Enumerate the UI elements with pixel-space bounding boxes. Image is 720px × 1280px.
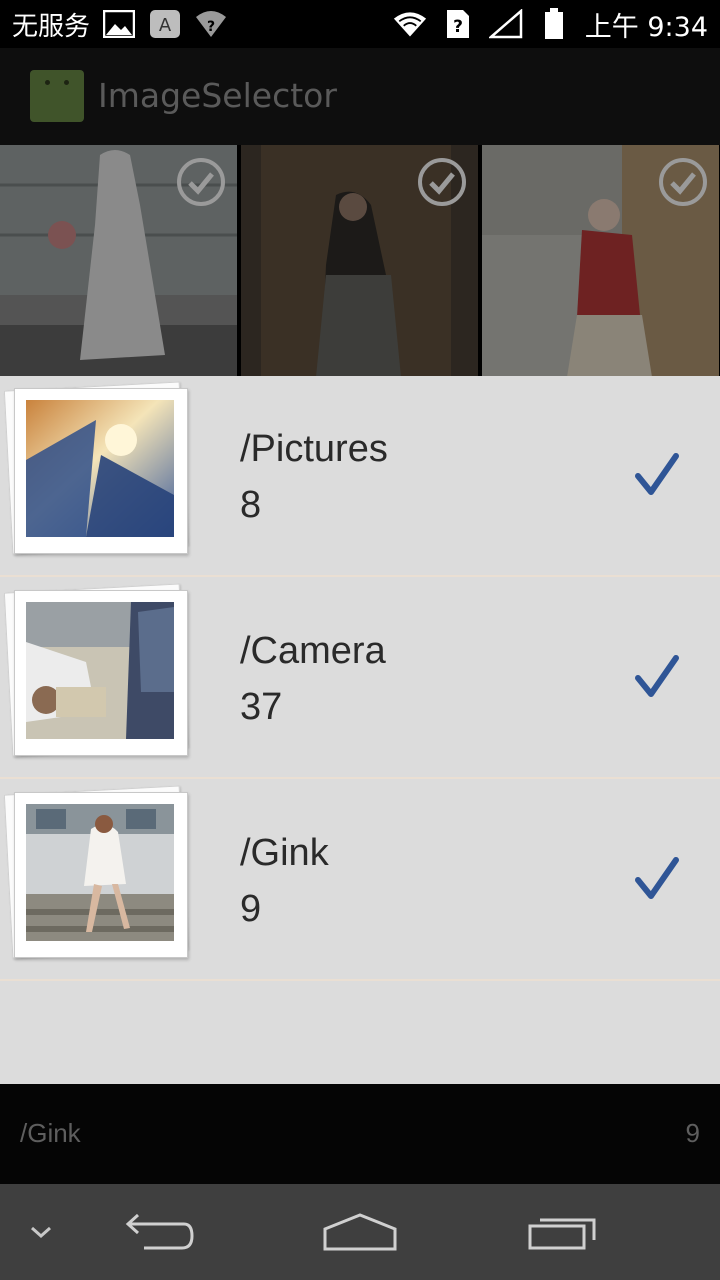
- grid-thumbnail[interactable]: [0, 145, 237, 377]
- clock: 上午 9:34: [584, 11, 708, 43]
- sim-unknown-icon: ?: [441, 9, 475, 39]
- status-bar: 无服务 A ? ? 上午 9:34: [0, 0, 720, 48]
- check-circle-icon[interactable]: [417, 157, 467, 207]
- folder-row-camera[interactable]: /Camera 37: [0, 578, 720, 779]
- folder-name: /Camera: [240, 630, 386, 672]
- selected-check-icon: [634, 856, 680, 902]
- image-count: 9: [685, 1118, 700, 1148]
- folder-cover-image: [26, 602, 174, 739]
- folder-row-pictures[interactable]: /Pictures 8: [0, 376, 720, 577]
- image-grid: [0, 145, 720, 377]
- carrier-label: 无服务: [12, 11, 91, 42]
- bottom-bar: /Gink 9: [0, 1084, 720, 1184]
- collapse-icon[interactable]: [24, 1204, 58, 1260]
- back-icon[interactable]: [122, 1204, 198, 1260]
- android-app-icon[interactable]: [30, 70, 84, 122]
- recent-apps-icon[interactable]: [524, 1204, 600, 1260]
- check-circle-icon[interactable]: [176, 157, 226, 207]
- folder-cover-image: [26, 804, 174, 941]
- navigation-bar: [0, 1184, 720, 1280]
- battery-icon: [537, 8, 571, 39]
- action-bar: ImageSelector: [0, 48, 720, 145]
- gallery-notification-icon: [102, 9, 136, 39]
- folder-count: 37: [240, 686, 283, 728]
- folder-cover: [14, 590, 188, 756]
- selected-check-icon: [634, 654, 680, 700]
- selected-check-icon: [634, 452, 680, 498]
- grid-thumbnail[interactable]: [482, 145, 719, 377]
- folder-cover: [14, 792, 188, 958]
- check-circle-icon[interactable]: [658, 157, 708, 207]
- grid-thumbnail[interactable]: [241, 145, 478, 377]
- home-icon[interactable]: [318, 1204, 402, 1260]
- signal-icon: [488, 9, 523, 39]
- svg-text:A: A: [159, 15, 172, 36]
- folder-cover: [14, 388, 188, 554]
- svg-text:?: ?: [453, 17, 463, 37]
- keyboard-a-icon: A: [148, 9, 182, 39]
- folder-list: /Pictures 8 /Camera 37 /Gink 9: [0, 376, 720, 1084]
- svg-text:?: ?: [207, 19, 215, 35]
- folder-cover-image: [26, 400, 174, 537]
- wifi-icon: [393, 9, 427, 39]
- wifi-question-icon: ?: [194, 9, 228, 39]
- folder-count: 9: [240, 888, 262, 930]
- folder-name: /Pictures: [240, 428, 388, 470]
- folder-row-gink[interactable]: /Gink 9: [0, 780, 720, 981]
- current-folder-button[interactable]: /Gink: [20, 1118, 81, 1149]
- folder-name: /Gink: [240, 832, 329, 874]
- folder-count: 8: [240, 484, 262, 526]
- app-title: ImageSelector: [98, 76, 337, 115]
